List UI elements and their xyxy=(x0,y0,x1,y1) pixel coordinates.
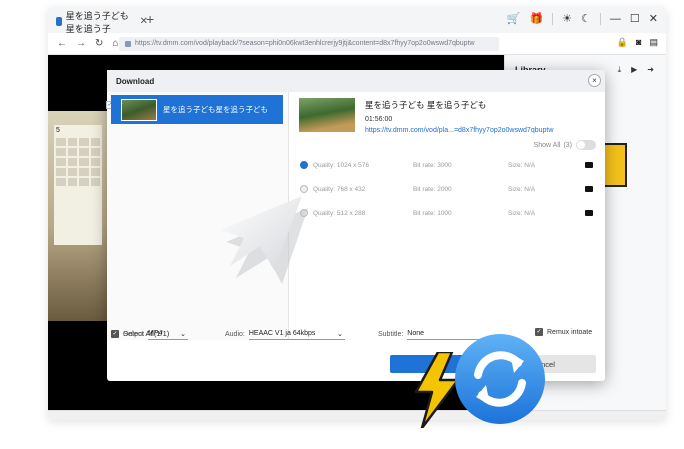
video-title: 星を追う子ども 星を追う子ども xyxy=(365,100,487,110)
camera-icon[interactable]: ◙ xyxy=(636,37,641,48)
url-text: https://tv.dmm.com/vod/playback/?season=… xyxy=(135,40,475,47)
item-thumbnail xyxy=(121,98,157,121)
output-option: Output MP4 ⌄ xyxy=(123,328,189,340)
library-icons: ⤓ ▶ ➜ xyxy=(618,65,654,75)
size-label: Size: N/A xyxy=(508,185,536,193)
moon-icon[interactable]: ☾ xyxy=(581,12,591,25)
youtube-icon xyxy=(585,162,593,168)
quality-label: Quality: 1024 x 576 xyxy=(313,161,370,169)
list-item[interactable]: 星を追う子ども星を追う子ども xyxy=(111,95,283,124)
size-label: Size: N/A xyxy=(508,161,536,169)
cart-icon[interactable]: 🛒 xyxy=(507,12,521,25)
audio-option: Audio: HEAAC V1 ja 64kbps ⌄ xyxy=(225,328,345,340)
subtitle-label: Subtitle: xyxy=(378,330,404,338)
tab-title: 星を追う子ども 星を追う子 xyxy=(65,10,129,34)
close-icon[interactable]: ✕ xyxy=(649,12,658,25)
dialog-title: Download xyxy=(116,76,155,86)
subtitle-value: None xyxy=(407,330,425,337)
reload-button[interactable]: ↻ xyxy=(95,38,103,49)
divider xyxy=(552,12,554,25)
quality-row[interactable]: Quality: 512 x 288 Bit rate: 1000 Size: … xyxy=(295,206,600,220)
titlebar-controls: 🛒 🎁 ☀ ☾ — ☐ ✕ xyxy=(507,12,658,25)
address-right-icons: 🔒 ◙ ▤ xyxy=(617,37,658,48)
toggle-switch[interactable] xyxy=(576,140,596,150)
audio-value: HEAAC V1 ja 64kbps xyxy=(248,330,316,337)
output-label: Output xyxy=(123,330,145,338)
show-all-count: (3) xyxy=(563,141,572,149)
video-url[interactable]: https://tv.dmm.com/vod/pla...=d8x7fhyy7o… xyxy=(365,127,553,134)
download-icon[interactable]: ⤓ xyxy=(618,65,622,75)
lock-icon[interactable]: 🔒 xyxy=(617,37,628,48)
output-select[interactable]: MP4 ⌄ xyxy=(148,328,189,340)
show-all-label: Show All xyxy=(533,141,561,149)
quality-row[interactable]: Quality: 768 x 432 Bit rate: 2000 Size: … xyxy=(295,182,600,196)
show-all-toggle[interactable]: Show All (3) xyxy=(534,140,596,150)
status-bar xyxy=(48,410,666,420)
audio-label: Audio: xyxy=(225,330,245,338)
site-icon xyxy=(125,40,131,47)
sync-icon xyxy=(455,334,545,424)
chevron-down-icon: ⌄ xyxy=(336,330,343,338)
quality-label: Quality: 512 x 288 xyxy=(313,209,366,217)
video-thumbnail xyxy=(299,98,355,132)
quality-row[interactable]: Quality: 1024 x 576 Bit rate: 3000 Size:… xyxy=(295,158,600,172)
youtube-icon[interactable]: ▶ xyxy=(631,65,637,75)
bitrate-label: Bit rate: 1000 xyxy=(413,209,452,217)
minimize-icon[interactable]: — xyxy=(610,13,621,25)
youtube-icon xyxy=(585,210,593,216)
item-title: 星を追う子ども星を追う子ども xyxy=(163,105,268,114)
browser-tab[interactable]: 星を追う子ども 星を追う子 ✕ xyxy=(56,11,148,34)
sidebar-icon[interactable]: ▤ xyxy=(649,37,658,48)
quality-label: Quality: 768 x 432 xyxy=(313,185,366,193)
arrow-right-icon[interactable]: ➜ xyxy=(647,65,654,75)
bitrate-label: Bit rate: 2000 xyxy=(413,185,452,193)
maximize-icon[interactable]: ☐ xyxy=(630,12,640,25)
forward-button[interactable]: → xyxy=(76,38,86,49)
gift-icon[interactable]: 🎁 xyxy=(529,12,543,25)
calendar-image: 5 xyxy=(54,125,102,245)
video-detail: 星を追う子ども 星を追う子ども 01:56:00 https://tv.dmm.… xyxy=(295,92,600,340)
nav-buttons: ← → ↻ ⌂ xyxy=(57,38,119,49)
youtube-icon xyxy=(585,186,593,192)
tab-bar: 星を追う子ども 星を追う子 ✕ + 🛒 🎁 ☀ ☾ — ☐ ✕ xyxy=(48,7,666,34)
chevron-down-icon: ⌄ xyxy=(180,330,187,338)
back-button[interactable]: ← xyxy=(57,38,67,49)
dialog-close-icon[interactable]: × xyxy=(588,74,601,87)
url-input[interactable]: https://tv.dmm.com/vod/playback/?season=… xyxy=(119,36,499,51)
video-duration: 01:56:00 xyxy=(365,116,393,123)
quality-radio[interactable] xyxy=(300,161,308,169)
audio-select[interactable]: HEAAC V1 ja 64kbps ⌄ xyxy=(248,328,345,340)
pointer-cursor-icon xyxy=(220,196,308,284)
bitrate-label: Bit rate: 3000 xyxy=(413,161,452,169)
favicon-icon xyxy=(56,17,62,26)
calendar-title: 5 xyxy=(56,127,60,134)
sun-icon[interactable]: ☀ xyxy=(562,12,572,25)
divider xyxy=(599,12,601,25)
remux-label: Remux intoate xyxy=(547,328,593,336)
new-tab-button[interactable]: + xyxy=(146,11,154,27)
home-button[interactable]: ⌂ xyxy=(112,38,118,49)
dialog-header: Download xyxy=(107,70,605,92)
address-bar: ← → ↻ ⌂ https://tv.dmm.com/vod/playback/… xyxy=(48,33,666,55)
output-value: MP4 xyxy=(148,330,163,337)
calendar-grid xyxy=(54,136,102,188)
size-label: Size: N/A xyxy=(508,209,536,217)
